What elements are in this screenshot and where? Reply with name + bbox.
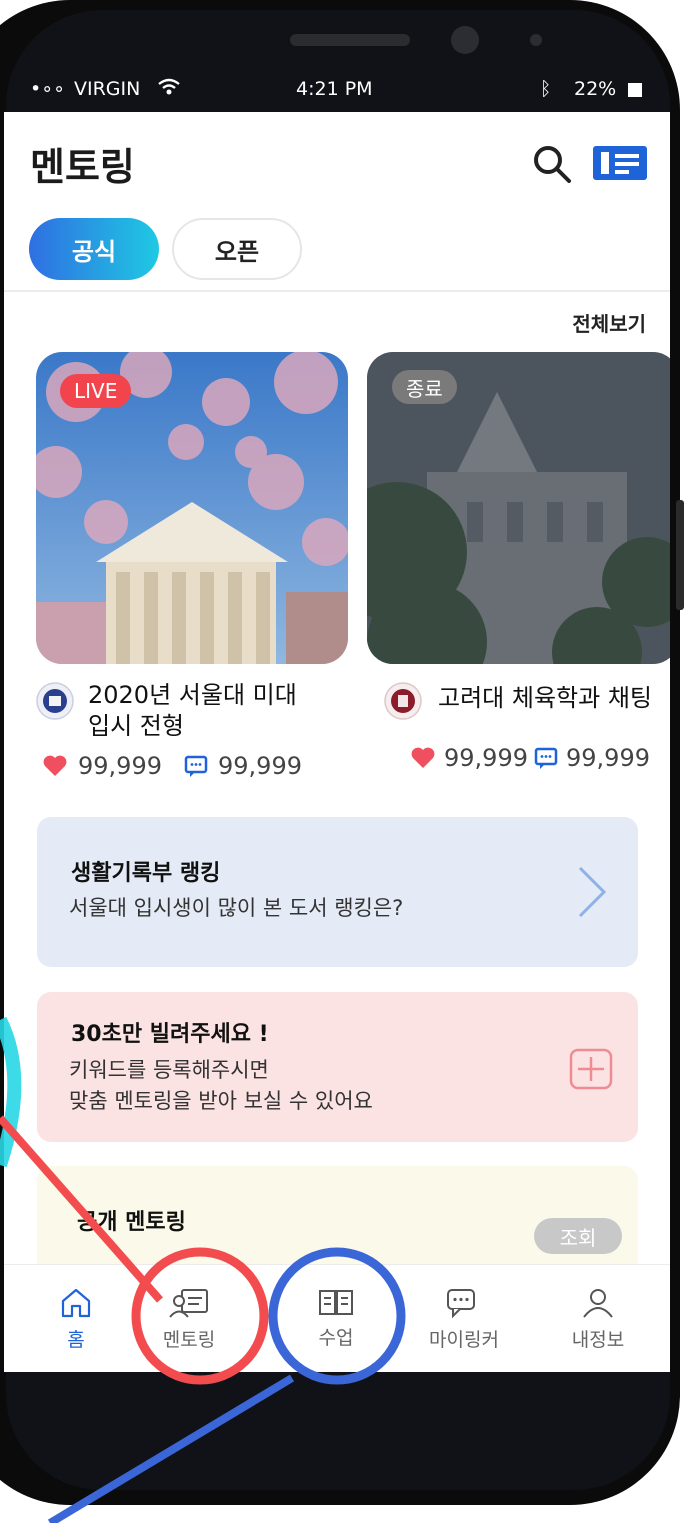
red-highlight-circle <box>131 1247 269 1385</box>
blue-highlight-circle <box>268 1247 406 1385</box>
cyan-scribble <box>0 1016 22 1168</box>
red-pointer-line <box>0 1115 164 1303</box>
annotation-overlay <box>0 1016 406 1523</box>
blue-pointer-line <box>47 1374 295 1523</box>
